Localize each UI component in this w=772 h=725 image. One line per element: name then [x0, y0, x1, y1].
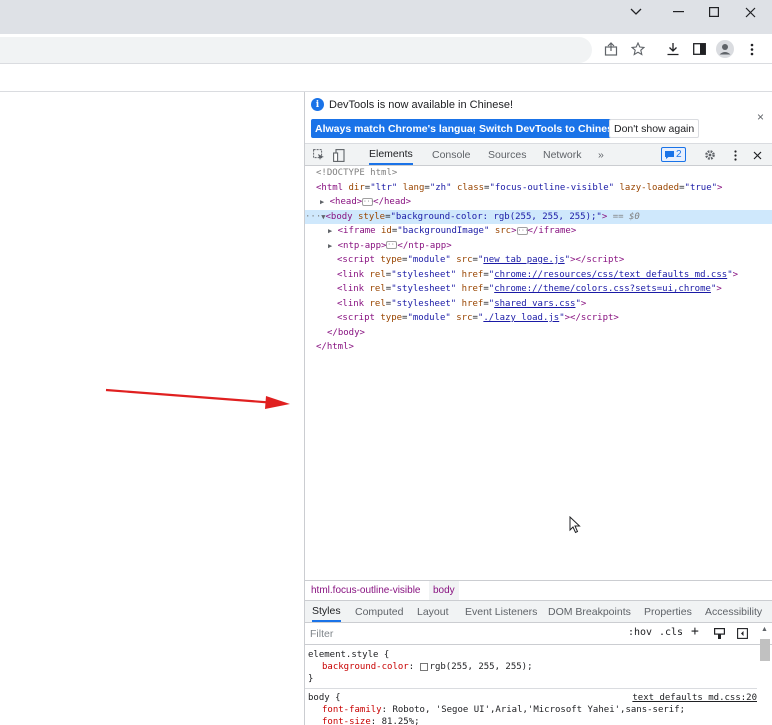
paint-brush-icon[interactable] [714, 628, 725, 639]
customize-menu-icon[interactable] [727, 147, 743, 163]
window-titlebar [0, 0, 772, 34]
tab-sources[interactable]: Sources [488, 144, 527, 165]
tab-search-chevron-icon[interactable] [618, 0, 654, 24]
class-toggle[interactable]: .cls [659, 627, 683, 638]
bookmarks-bar [0, 64, 772, 92]
download-icon[interactable] [663, 39, 683, 59]
expand-triangle-icon[interactable]: ▶ [320, 198, 324, 206]
close-devtools-icon[interactable] [749, 147, 765, 163]
element-style-selector[interactable]: element.style { [308, 649, 389, 661]
css-declaration[interactable]: font-size: 81.25%; [322, 716, 420, 725]
message-icon [665, 150, 674, 159]
tab-styles[interactable]: Styles [312, 601, 341, 622]
link-node-shared-vars[interactable]: <link rel="stylesheet" href="shared_vars… [305, 297, 772, 312]
script-node-new-tab-page[interactable]: <script type="module" src="new_tab_page.… [305, 253, 772, 268]
side-panel-icon[interactable] [689, 39, 709, 59]
scroll-up-icon[interactable]: ▲ [761, 626, 768, 633]
profile-avatar-icon[interactable] [715, 39, 735, 59]
script-src-link[interactable]: ./lazy_load.js [483, 313, 559, 323]
tab-computed[interactable]: Computed [355, 601, 403, 622]
tab-event-listeners[interactable]: Event Listeners [465, 601, 537, 622]
expand-triangle-icon[interactable]: ▶ [328, 227, 332, 235]
tab-network[interactable]: Network [543, 144, 582, 165]
html-node[interactable]: <html dir="ltr" lang="zh" class="focus-o… [305, 181, 772, 196]
tab-console[interactable]: Console [432, 144, 471, 165]
body-rule-selector[interactable]: body { [308, 692, 341, 704]
styles-tabbar: Styles Computed Layout Event Listeners D… [305, 601, 772, 623]
ntp-app-node[interactable]: ▶ <ntp-app>···</ntp-app> [305, 239, 772, 254]
stylesheet-link[interactable]: chrome://resources/css/text_defaults_md.… [494, 270, 727, 280]
stylesheet-link[interactable]: shared_vars.css [494, 299, 575, 309]
elements-dom-tree[interactable]: <!DOCTYPE html> <html dir="ltr" lang="zh… [305, 166, 772, 578]
inspect-element-icon[interactable] [311, 147, 327, 163]
toggle-sidebar-icon[interactable] [737, 628, 748, 639]
new-style-rule-icon[interactable]: + [691, 624, 699, 639]
menu-icon[interactable] [742, 39, 762, 59]
styles-rules: element.style { background-color: rgb(25… [305, 645, 757, 725]
rule-close-brace: } [308, 674, 314, 684]
close-infobar-icon[interactable]: × [757, 110, 764, 124]
rule-divider [305, 688, 757, 689]
match-language-button[interactable]: Always match Chrome's language [311, 119, 489, 138]
tab-layout[interactable]: Layout [417, 601, 449, 622]
red-arrow-annotation [105, 388, 290, 409]
breadcrumb-html[interactable]: html.focus-outline-visible [307, 581, 425, 600]
close-window-icon[interactable] [732, 0, 768, 24]
infobar-message: i DevTools is now available in Chinese! [311, 98, 513, 111]
maximize-icon[interactable] [696, 0, 732, 24]
iframe-node[interactable]: ▶ <iframe id="backgroundImage" src>···</… [305, 224, 772, 239]
styles-filter-input[interactable]: Filter [310, 628, 333, 640]
styles-filter-bar: Filter :hov .cls + [305, 623, 772, 645]
expand-triangle-icon[interactable]: ▶ [328, 242, 332, 250]
mouse-pointer-icon [569, 516, 581, 534]
script-src-link[interactable]: new_tab_page.js [483, 255, 564, 265]
breadcrumb: html.focus-outline-visible body [305, 580, 772, 601]
devtools-panel: i DevTools is now available in Chinese! … [304, 92, 772, 725]
head-node[interactable]: ▶ <head>···</head> [305, 195, 772, 210]
styles-scrollbar[interactable] [760, 639, 770, 661]
device-toolbar-icon[interactable] [331, 147, 347, 163]
ellipsis-icon[interactable]: ··· [386, 241, 398, 249]
script-node-lazy-load[interactable]: <script type="module" src="./lazy_load.j… [305, 311, 772, 326]
doctype-node[interactable]: <!DOCTYPE html> [305, 166, 772, 181]
breadcrumb-body[interactable]: body [429, 581, 459, 600]
tab-dom-breakpoints[interactable]: DOM Breakpoints [548, 601, 631, 622]
address-bar[interactable] [0, 37, 592, 63]
html-close-node[interactable]: </html> [305, 340, 772, 355]
link-node-text-defaults[interactable]: <link rel="stylesheet" href="chrome://re… [305, 268, 772, 283]
rule-source-link[interactable]: text_defaults_md.css:20 [632, 692, 757, 704]
ellipsis-icon[interactable]: ··· [516, 226, 528, 235]
css-declaration[interactable]: font-family: Roboto, 'Segoe UI',Arial,'M… [322, 704, 685, 716]
hover-state-toggle[interactable]: :hov [628, 627, 652, 638]
share-icon[interactable] [601, 39, 621, 59]
tab-accessibility[interactable]: Accessibility [705, 601, 762, 622]
language-infobar: i DevTools is now available in Chinese! … [305, 92, 772, 144]
body-close-node[interactable]: </body> [305, 326, 772, 341]
stylesheet-link[interactable]: chrome://theme/colors.css?sets=ui,chrome [494, 284, 711, 294]
devtools-tabbar: Elements Console Sources Network » 2 [305, 144, 772, 166]
tab-elements[interactable]: Elements [369, 144, 413, 165]
settings-gear-icon[interactable] [702, 147, 718, 163]
issues-badge[interactable]: 2 [661, 147, 686, 162]
star-icon[interactable] [628, 39, 648, 59]
minimize-icon[interactable] [660, 0, 696, 24]
more-tabs-icon[interactable]: » [598, 144, 604, 165]
tab-properties[interactable]: Properties [644, 601, 692, 622]
link-node-colors[interactable]: <link rel="stylesheet" href="chrome://th… [305, 282, 772, 297]
switch-to-chinese-button[interactable]: Switch DevTools to Chinese [475, 119, 623, 138]
body-node[interactable]: ···▼<body style="background-color: rgb(2… [305, 209, 772, 224]
css-declaration[interactable]: background-color: rgb(255, 255, 255); [322, 661, 533, 673]
ellipsis-icon[interactable]: ··· [362, 197, 374, 206]
color-swatch[interactable] [419, 662, 428, 671]
browser-toolbar [0, 34, 772, 64]
dont-show-again-button[interactable]: Don't show again [609, 119, 700, 138]
info-icon: i [311, 98, 324, 111]
